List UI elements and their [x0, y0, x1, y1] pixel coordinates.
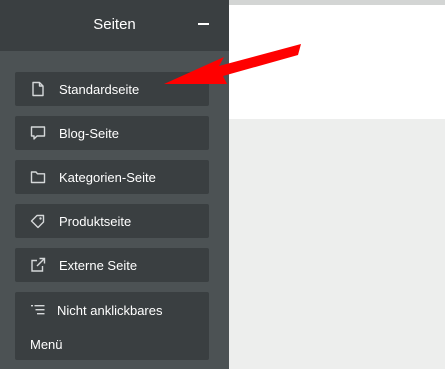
- pages-sidebar: Seiten Standardseite Blog-Seite Kategori…: [0, 0, 229, 369]
- page-type-label: Produktseite: [59, 214, 132, 229]
- page-type-nicht-anklickbares-menue[interactable]: Nicht anklickbares Menü: [15, 292, 209, 360]
- page-type-kategorien-seite[interactable]: Kategorien-Seite: [15, 160, 209, 194]
- page-type-label: Blog-Seite: [59, 126, 119, 141]
- page-type-produktseite[interactable]: Produktseite: [15, 204, 209, 238]
- page-type-standardseite[interactable]: Standardseite: [15, 72, 209, 106]
- comment-icon: [30, 126, 46, 140]
- page-type-label-line2: Menü: [30, 337, 63, 352]
- collapse-minus-button[interactable]: [194, 14, 214, 34]
- page-type-label: Standardseite: [59, 82, 140, 97]
- content-top-bar: [229, 0, 445, 5]
- page-type-label: Nicht anklickbares: [57, 303, 163, 318]
- page-type-label: Kategorien-Seite: [59, 170, 156, 185]
- page-icon: [32, 81, 44, 97]
- external-link-icon: [31, 257, 46, 272]
- page-type-blog-seite[interactable]: Blog-Seite: [15, 116, 209, 150]
- folder-icon: [30, 171, 46, 184]
- content-area: [229, 0, 445, 119]
- tag-icon: [30, 214, 45, 229]
- page-type-label: Externe Seite: [59, 258, 138, 273]
- sidebar-header: Seiten: [0, 0, 229, 51]
- page-type-externe-seite[interactable]: Externe Seite: [15, 248, 209, 282]
- list-icon: [31, 305, 45, 315]
